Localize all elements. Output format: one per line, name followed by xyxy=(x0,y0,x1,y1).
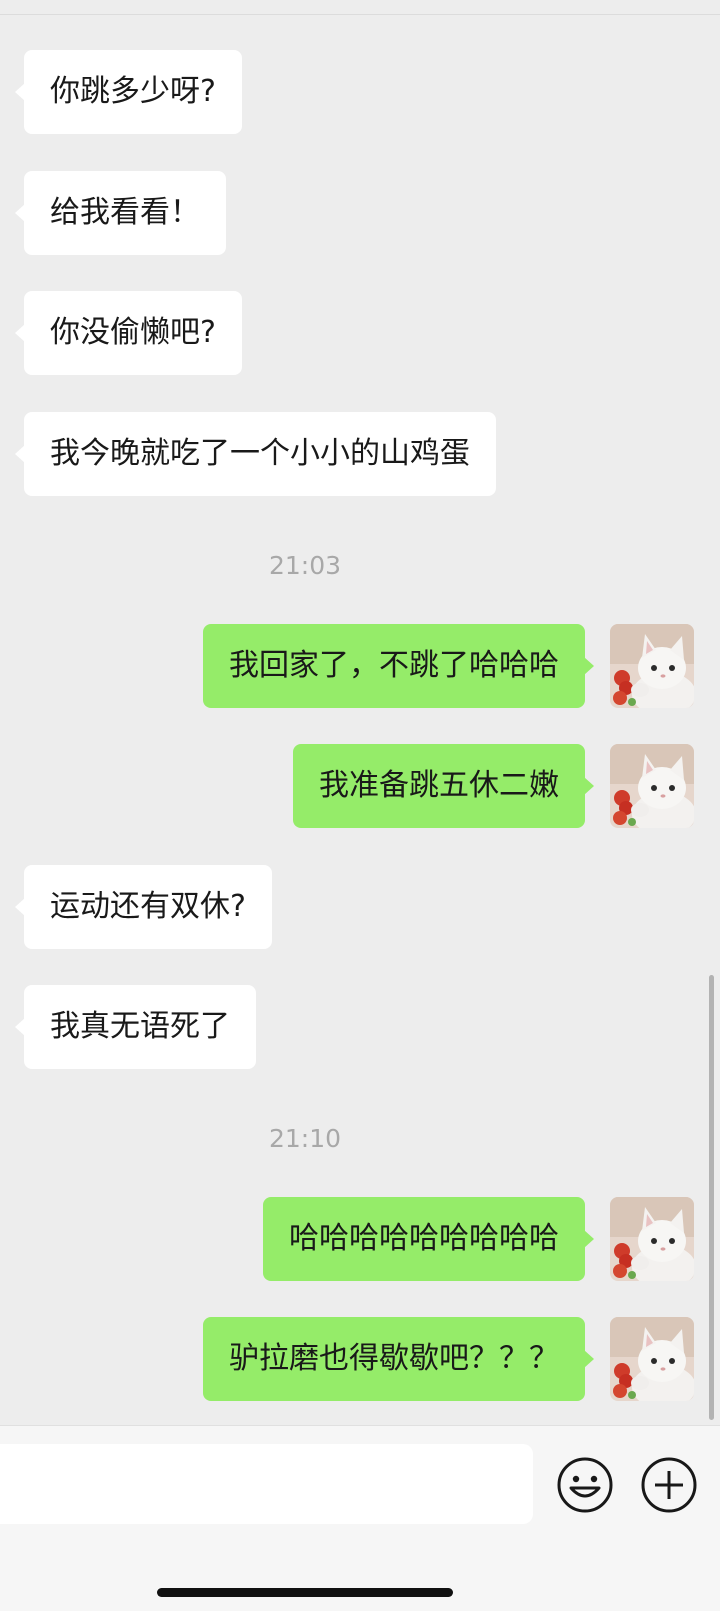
incoming-message[interactable]: 你没偷懒吧? xyxy=(15,291,242,375)
plus-circle-icon xyxy=(641,1457,697,1513)
incoming-message[interactable]: 你跳多少呀? xyxy=(15,50,242,134)
scrollbar[interactable] xyxy=(709,975,714,1420)
plus-button[interactable] xyxy=(640,1456,698,1514)
incoming-message[interactable]: 给我看看！ xyxy=(15,171,226,255)
avatar[interactable] xyxy=(610,624,694,708)
avatar[interactable] xyxy=(610,1317,694,1401)
message-input[interactable] xyxy=(0,1444,533,1524)
timestamp: 21:10 xyxy=(268,1124,342,1153)
home-indicator[interactable] xyxy=(157,1588,453,1597)
incoming-message[interactable]: 我今晚就吃了一个小小的山鸡蛋 xyxy=(15,412,496,496)
chat-message-list[interactable]: 你跳多少呀? 给我看看！ 你没偷懒吧? 我今晚就吃了一个小小的山鸡蛋 21:03… xyxy=(0,0,720,1425)
chat-input-bar xyxy=(0,1425,720,1611)
avatar[interactable] xyxy=(610,1197,694,1281)
outgoing-message[interactable]: 哈哈哈哈哈哈哈哈哈 xyxy=(263,1197,594,1281)
incoming-message[interactable]: 运动还有双休? xyxy=(15,865,272,949)
outgoing-message[interactable]: 我准备跳五休二嫩 xyxy=(293,744,594,828)
incoming-message[interactable]: 我真无语死了 xyxy=(15,985,256,1069)
emoji-button[interactable] xyxy=(556,1456,614,1514)
outgoing-message[interactable]: 我回家了，不跳了哈哈哈 xyxy=(203,624,594,708)
outgoing-message[interactable]: 驴拉磨也得歇歇吧？？？ xyxy=(203,1317,594,1401)
smiley-icon xyxy=(557,1457,613,1513)
avatar[interactable] xyxy=(610,744,694,828)
white-cat-avatar-icon xyxy=(610,744,694,828)
timestamp: 21:03 xyxy=(268,551,342,580)
white-cat-avatar-icon xyxy=(610,1197,694,1281)
white-cat-avatar-icon xyxy=(610,624,694,708)
white-cat-avatar-icon xyxy=(610,1317,694,1401)
